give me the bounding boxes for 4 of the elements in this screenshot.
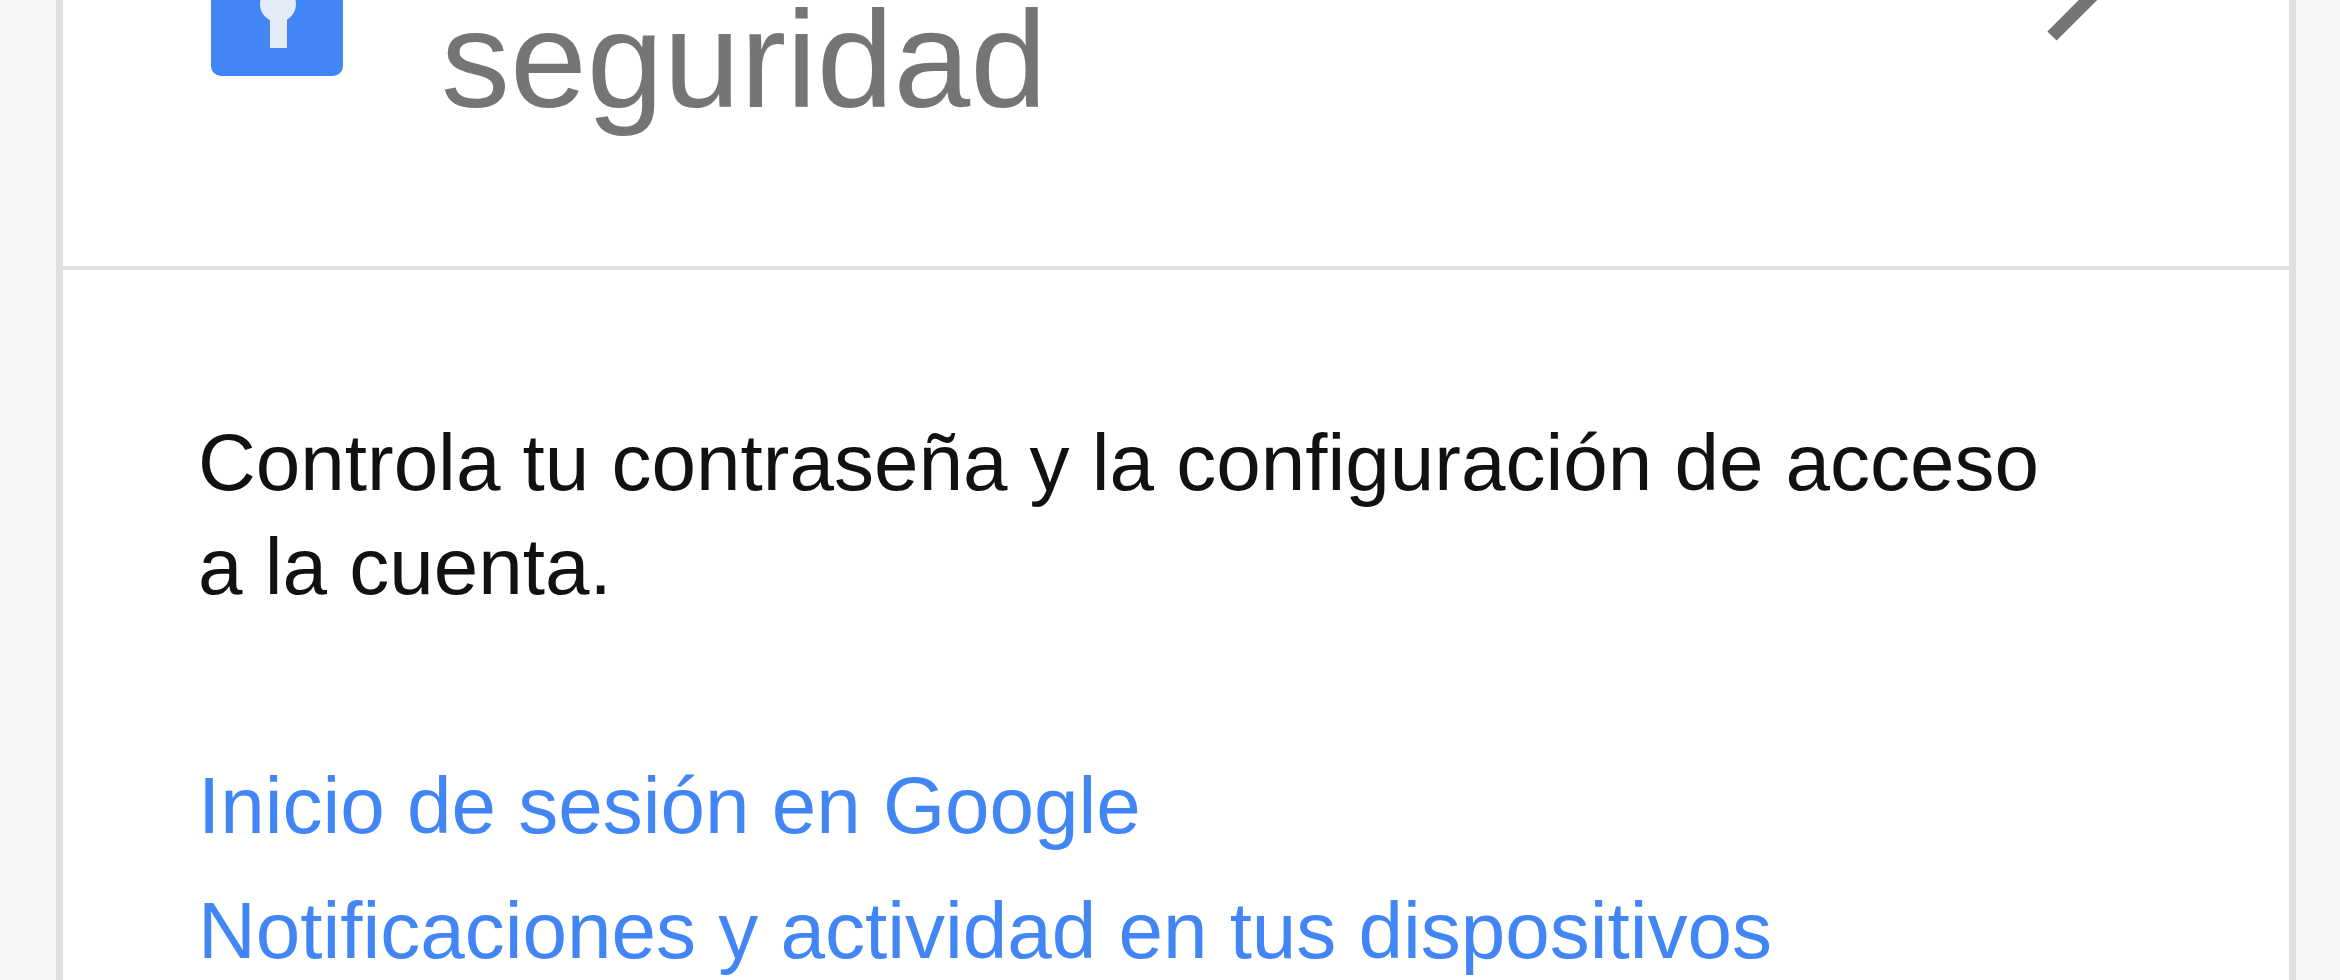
- settings-link[interactable]: Notificaciones y actividad en tus dispositivos: [198, 885, 1773, 977]
- card-title: seguridad: [441, 0, 1048, 138]
- settings-link[interactable]: Inicio de sesión en Google: [198, 760, 1141, 852]
- card-description: Controla tu contraseña y la configuración de acceso a la cuenta.: [198, 417, 2041, 613]
